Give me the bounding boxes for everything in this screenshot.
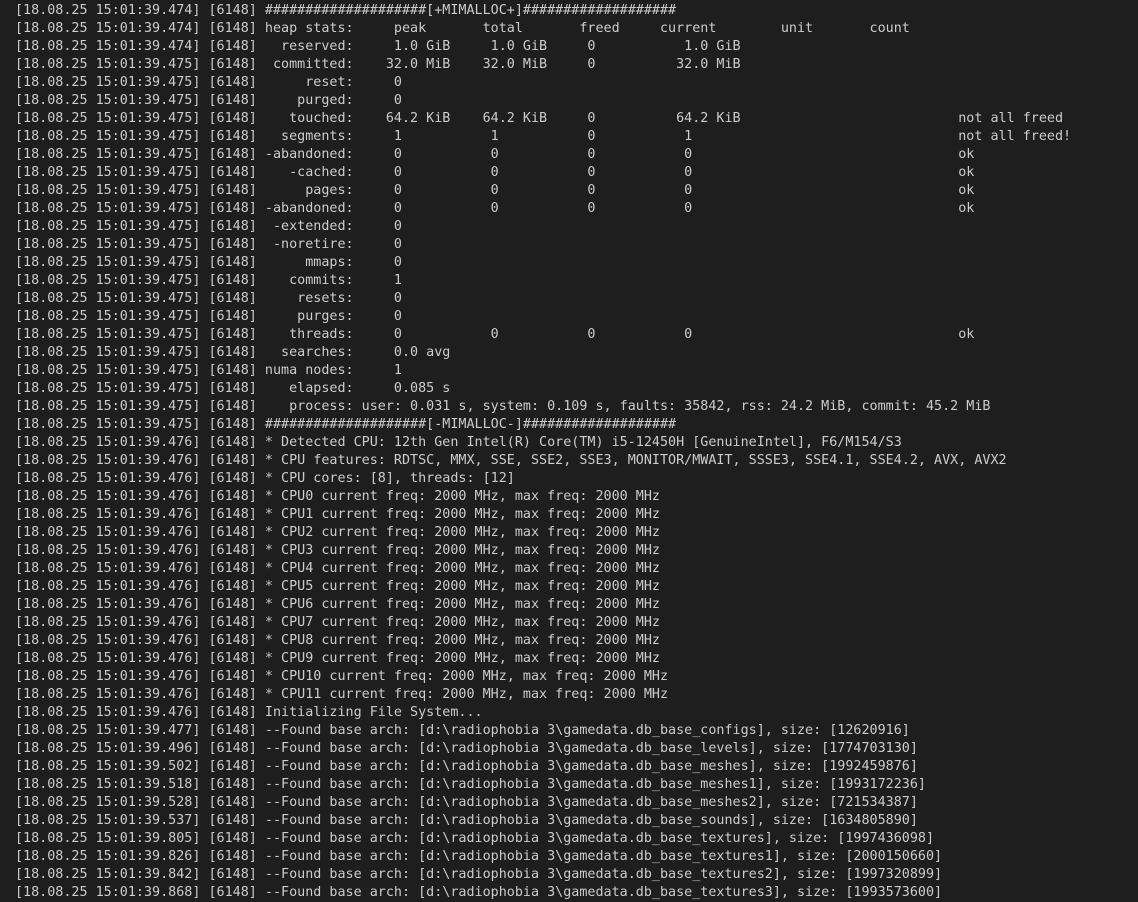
log-line: [18.08.25 15:01:39.474] [6148] heap stat… (15, 21, 910, 36)
log-line: [18.08.25 15:01:39.474] [6148] #########… (15, 3, 677, 18)
log-line: [18.08.25 15:01:39.475] [6148] commits: … (15, 273, 402, 288)
log-line: [18.08.25 15:01:39.475] [6148] -noretire… (15, 237, 402, 252)
log-line: [18.08.25 15:01:39.476] [6148] * CPU fea… (15, 453, 1007, 468)
log-line: [18.08.25 15:01:39.476] [6148] * CPU8 cu… (15, 633, 660, 648)
log-line: [18.08.25 15:01:39.805] [6148] --Found b… (15, 831, 935, 846)
log-line: [18.08.25 15:01:39.475] [6148] -abandone… (15, 147, 975, 162)
log-line: [18.08.25 15:01:39.475] [6148] threads: … (15, 327, 975, 342)
log-line: [18.08.25 15:01:39.476] [6148] * CPU1 cu… (15, 507, 660, 522)
log-line: [18.08.25 15:01:39.476] [6148] * CPU3 cu… (15, 543, 660, 558)
log-line: [18.08.25 15:01:39.475] [6148] reset: 0 (15, 75, 402, 90)
log-line: [18.08.25 15:01:39.476] [6148] * CPU cor… (15, 471, 515, 486)
log-line: [18.08.25 15:01:39.475] [6148] touched: … (15, 111, 1064, 126)
log-line: [18.08.25 15:01:39.528] [6148] --Found b… (15, 795, 918, 810)
log-line: [18.08.25 15:01:39.475] [6148] resets: 0 (15, 291, 402, 306)
log-line: [18.08.25 15:01:39.475] [6148] -cached: … (15, 165, 975, 180)
log-line: [18.08.25 15:01:39.475] [6148] numa node… (15, 363, 402, 378)
log-line: [18.08.25 15:01:39.868] [6148] --Found b… (15, 885, 943, 900)
log-line: [18.08.25 15:01:39.537] [6148] --Found b… (15, 813, 918, 828)
log-line: [18.08.25 15:01:39.518] [6148] --Found b… (15, 777, 926, 792)
log-line: [18.08.25 15:01:39.476] [6148] * CPU9 cu… (15, 651, 660, 666)
log-line: [18.08.25 15:01:39.475] [6148] -extended… (15, 219, 402, 234)
log-line: [18.08.25 15:01:39.476] [6148] * CPU4 cu… (15, 561, 660, 576)
log-line: [18.08.25 15:01:39.842] [6148] --Found b… (15, 867, 943, 882)
log-line: [18.08.25 15:01:39.475] [6148] segments:… (15, 129, 1072, 144)
log-line: [18.08.25 15:01:39.476] [6148] * CPU5 cu… (15, 579, 660, 594)
log-line: [18.08.25 15:01:39.474] [6148] reserved:… (15, 39, 741, 54)
log-line: [18.08.25 15:01:39.476] [6148] Initializ… (15, 705, 483, 720)
log-line: [18.08.25 15:01:39.475] [6148] process: … (15, 399, 991, 414)
log-line: [18.08.25 15:01:39.502] [6148] --Found b… (15, 759, 918, 774)
console-output[interactable]: [18.08.25 15:01:39.474] [6148] #########… (0, 0, 1138, 902)
log-line: [18.08.25 15:01:39.475] [6148] purged: 0 (15, 93, 402, 108)
log-line: [18.08.25 15:01:39.475] [6148] -abandone… (15, 201, 975, 216)
log-line: [18.08.25 15:01:39.476] [6148] * CPU0 cu… (15, 489, 660, 504)
log-line: [18.08.25 15:01:39.476] [6148] * CPU11 c… (15, 687, 669, 702)
log-line: [18.08.25 15:01:39.476] [6148] * CPU6 cu… (15, 597, 660, 612)
log-line: [18.08.25 15:01:39.475] [6148] mmaps: 0 (15, 255, 402, 270)
log-line: [18.08.25 15:01:39.475] [6148] committed… (15, 57, 741, 72)
log-line: [18.08.25 15:01:39.475] [6148] pages: 0 … (15, 183, 975, 198)
log-line: [18.08.25 15:01:39.476] [6148] * CPU7 cu… (15, 615, 660, 630)
log-line: [18.08.25 15:01:39.477] [6148] --Found b… (15, 723, 910, 738)
log-line: [18.08.25 15:01:39.475] [6148] elapsed: … (15, 381, 451, 396)
log-line: [18.08.25 15:01:39.475] [6148] purges: 0 (15, 309, 402, 324)
log-line: [18.08.25 15:01:39.476] [6148] * CPU10 c… (15, 669, 669, 684)
log-line: [18.08.25 15:01:39.475] [6148] searches:… (15, 345, 451, 360)
log-line: [18.08.25 15:01:39.476] [6148] * CPU2 cu… (15, 525, 660, 540)
log-line: [18.08.25 15:01:39.826] [6148] --Found b… (15, 849, 943, 864)
log-line: [18.08.25 15:01:39.496] [6148] --Found b… (15, 741, 918, 756)
log-line: [18.08.25 15:01:39.475] [6148] #########… (15, 417, 677, 432)
log-line: [18.08.25 15:01:39.476] [6148] * Detecte… (15, 435, 902, 450)
